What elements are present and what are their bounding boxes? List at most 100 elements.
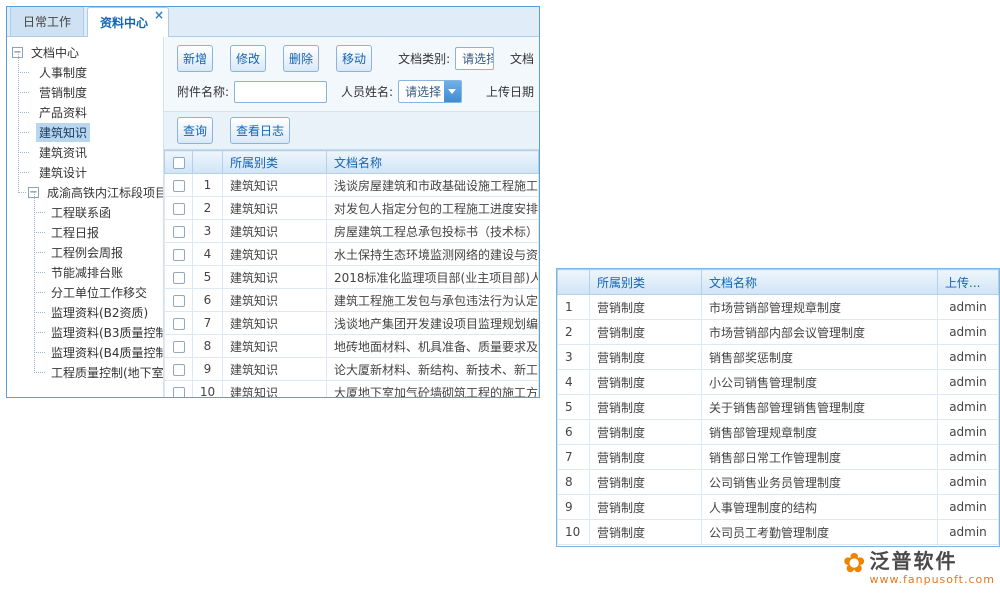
number-header [193,151,223,174]
tree-item[interactable]: 人事制度 [7,62,163,82]
window-body: − 文档中心 人事制度营销制度产品资料建筑知识建筑资讯建筑设计 − 成渝高铁内江… [7,37,539,397]
attachment-name-label: 附件名称: [177,83,229,100]
row-uploader: admin [938,470,999,495]
row-uploader: admin [938,370,999,395]
move-button[interactable]: 移动 [336,45,372,72]
tree-item[interactable]: 工程日报 [7,222,163,242]
tree-root-document-center[interactable]: − 文档中心 [7,42,163,62]
tree-item[interactable]: 分工单位工作移交 [7,282,163,302]
table-row[interactable]: 4建筑知识水土保持生态环境监测网络的建设与资... [165,243,539,266]
row-checkbox[interactable] [173,249,185,261]
tree-item-label: 建筑知识 [36,123,90,142]
person-name-value: 请选择 [399,83,444,100]
tree-item[interactable]: 工程联系函 [7,202,163,222]
tree-item[interactable]: 节能减排台账 [7,262,163,282]
row-docname: 对发包人指定分包的工程施工进度安排... [327,197,539,220]
row-number: 2 [558,320,590,345]
row-checkbox-cell [165,358,193,381]
tree-item[interactable]: 营销制度 [7,82,163,102]
table-row[interactable]: 8建筑知识地砖地面材料、机具准备、质量要求及... [165,335,539,358]
row-category: 建筑知识 [223,358,327,381]
tree-item-label: 分工单位工作移交 [48,283,150,302]
row-docname: 小公司销售管理制度 [702,370,938,395]
table-row[interactable]: 3建筑知识房屋建筑工程总承包投标书（技术标）... [165,220,539,243]
tree-item-label: 营销制度 [36,83,90,102]
table-row[interactable]: 9建筑知识论大厦新材料、新结构、新技术、新工... [165,358,539,381]
tree-item[interactable]: 监理资料(B3质量控制) [7,322,163,342]
select-all-header-cell [165,151,193,174]
table-row[interactable]: 10营销制度公司员工考勤管理制度admin [558,520,999,545]
table-row[interactable]: 3营销制度销售部奖惩制度admin [558,345,999,370]
attachment-name-input[interactable] [234,81,327,103]
table-row[interactable]: 6营销制度销售部管理规章制度admin [558,420,999,445]
table-row[interactable]: 8营销制度公司销售业务员管理制度admin [558,470,999,495]
tab-bar: 日常工作 资料中心 × [7,7,539,37]
row-checkbox[interactable] [173,318,185,330]
row-docname: 市场营销部管理规章制度 [702,295,938,320]
tree-item[interactable]: 产品资料 [7,102,163,122]
tree-item[interactable]: 建筑知识 [7,122,163,142]
row-checkbox[interactable] [173,364,185,376]
tab-data-center[interactable]: 资料中心 × [87,7,169,37]
tree-item-label: 产品资料 [36,103,90,122]
tree-item-label: 节能减排台账 [48,263,126,282]
document-center-window: 日常工作 资料中心 × − 文档中心 人事制度营销制度产品资料建筑知识建筑资讯建… [6,6,540,398]
table-row[interactable]: 9营销制度人事管理制度的结构admin [558,495,999,520]
table-row[interactable]: 1营销制度市场营销部管理规章制度admin [558,295,999,320]
tab-daily-work[interactable]: 日常工作 [10,6,84,36]
modify-button[interactable]: 修改 [230,45,266,72]
table-row[interactable]: 2营销制度市场营销部内部会议管理制度admin [558,320,999,345]
row-uploader: admin [938,495,999,520]
row-number: 3 [193,220,223,243]
row-checkbox-cell [165,243,193,266]
tree-item[interactable]: 监理资料(B4质量控制) [7,342,163,362]
table-row[interactable]: 5营销制度关于销售部管理销售管理制度admin [558,395,999,420]
row-number: 9 [558,495,590,520]
row-checkbox-cell [165,220,193,243]
tree-level2-items: 工程联系函工程日报工程例会周报节能减排台账分工单位工作移交监理资料(B2资质)监… [7,202,163,382]
row-checkbox[interactable] [173,341,185,353]
table-row[interactable]: 10建筑知识大厦地下室加气砼墙砌筑工程的施工方... [165,381,539,398]
table-row[interactable]: 2建筑知识对发包人指定分包的工程施工进度安排... [165,197,539,220]
tree-item-label: 监理资料(B4质量控制) [48,343,164,362]
row-number: 6 [558,420,590,445]
docname-header: 文档名称 [327,151,539,174]
row-docname: 房屋建筑工程总承包投标书（技术标）... [327,220,539,243]
tree-item-label: 工程质量控制(地下室) [48,363,164,382]
table-row[interactable]: 4营销制度小公司销售管理制度admin [558,370,999,395]
tree-item-label: 工程日报 [48,223,102,242]
table-row[interactable]: 1建筑知识浅谈房屋建筑和市政基础设施工程施工... [165,174,539,197]
add-button[interactable]: 新增 [177,45,213,72]
tree-item[interactable]: 建筑资讯 [7,142,163,162]
tree-item[interactable]: 监理资料(B2资质) [7,302,163,322]
row-docname: 公司销售业务员管理制度 [702,470,938,495]
row-checkbox[interactable] [173,203,185,215]
row-checkbox-cell [165,197,193,220]
tree-folder-project[interactable]: − 成渝高铁内江标段项目 [7,182,163,202]
tree-item-label: 建筑设计 [36,163,90,182]
row-docname: 2018标准化监理项目部(业主项目部)人员... [327,266,539,289]
close-icon[interactable]: × [154,9,164,21]
row-checkbox[interactable] [173,387,185,398]
row-checkbox[interactable] [173,295,185,307]
delete-button[interactable]: 删除 [283,45,319,72]
document-table: 所属别类 文档名称 1建筑知识浅谈房屋建筑和市政基础设施工程施工...2建筑知识… [164,150,539,397]
row-checkbox[interactable] [173,180,185,192]
doc-category-select[interactable]: 请选择 [455,47,494,70]
row-docname: 销售部奖惩制度 [702,345,938,370]
row-category: 营销制度 [590,345,702,370]
row-category: 建筑知识 [223,312,327,335]
query-button[interactable]: 查询 [177,117,213,144]
row-checkbox[interactable] [173,226,185,238]
person-name-select[interactable]: 请选择 [398,80,462,103]
tree-item[interactable]: 工程质量控制(地下室) [7,362,163,382]
table-row[interactable]: 5建筑知识2018标准化监理项目部(业主项目部)人员... [165,266,539,289]
row-checkbox[interactable] [173,272,185,284]
tree-item[interactable]: 工程例会周报 [7,242,163,262]
table-row[interactable]: 7营销制度销售部日常工作管理制度admin [558,445,999,470]
table-row[interactable]: 7建筑知识浅谈地产集团开发建设项目监理规划编... [165,312,539,335]
view-log-button[interactable]: 查看日志 [230,117,290,144]
select-all-checkbox[interactable] [173,157,185,169]
tree-item[interactable]: 建筑设计 [7,162,163,182]
table-row[interactable]: 6建筑知识建筑工程施工发包与承包违法行为认定... [165,289,539,312]
